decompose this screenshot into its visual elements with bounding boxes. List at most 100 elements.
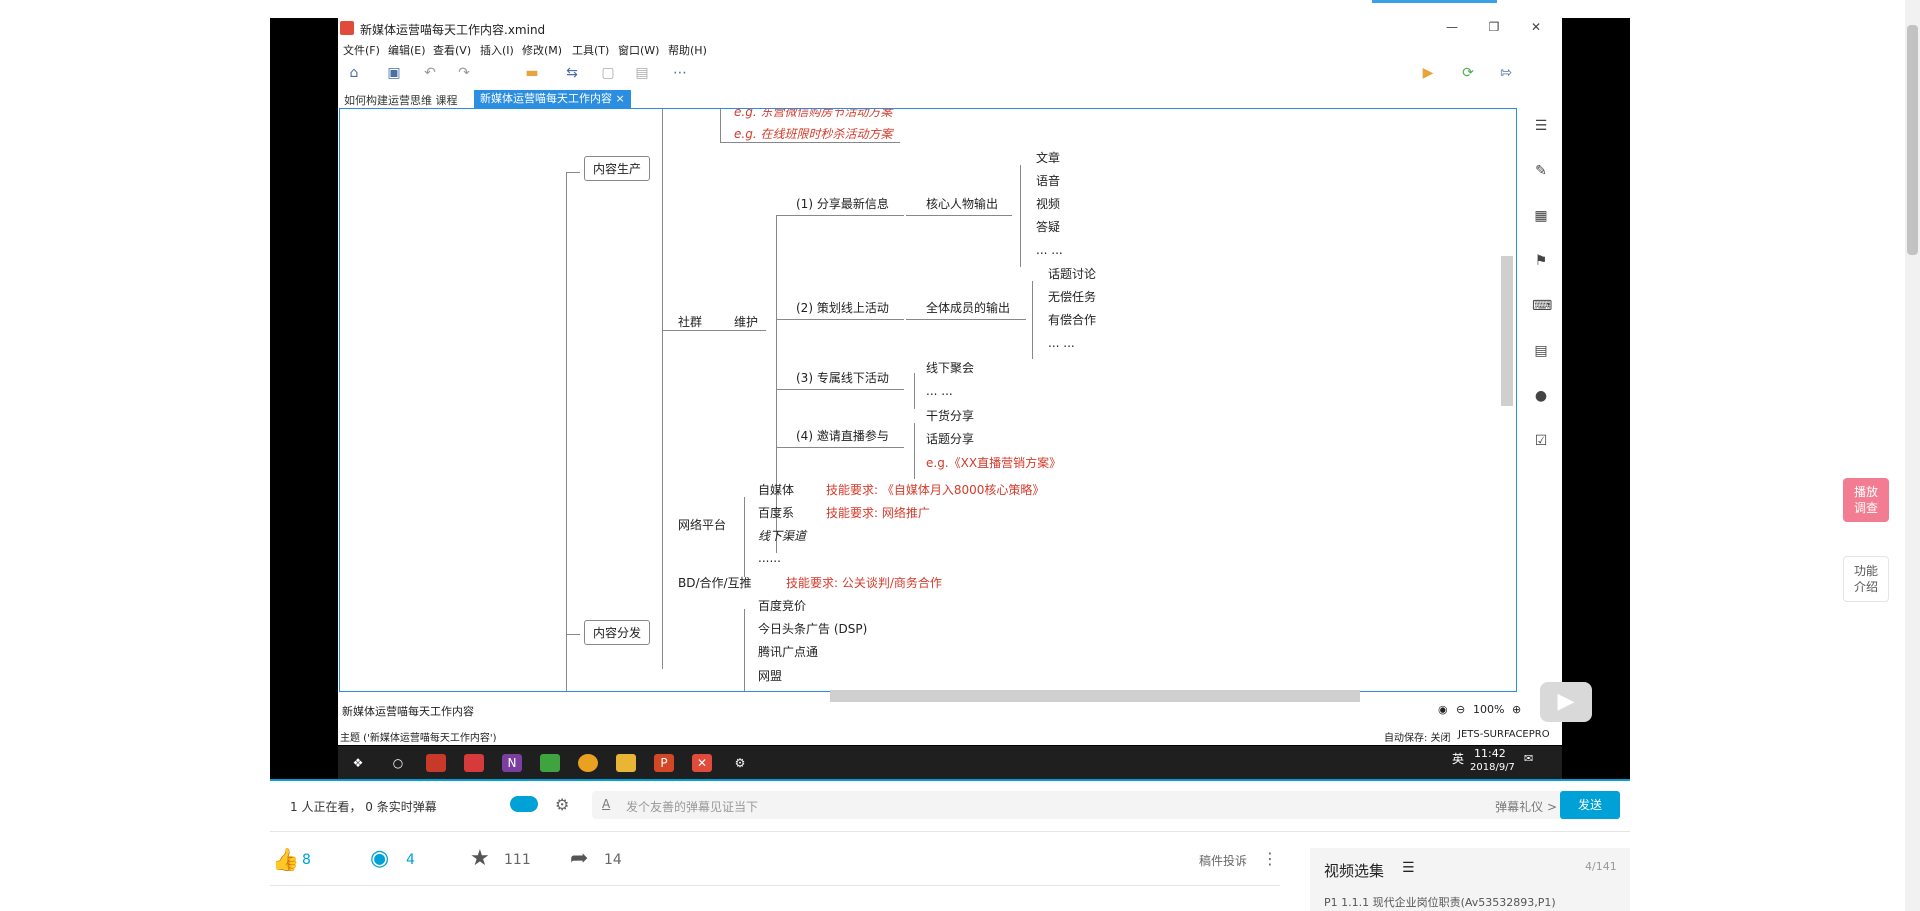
example-node[interactable]: e.g. 在线班限时秒杀活动方案 <box>734 125 892 142</box>
topic-icon[interactable]: ▬ <box>524 65 540 81</box>
wechat-icon[interactable] <box>540 754 560 772</box>
format-icon[interactable]: ✎ <box>1532 163 1550 179</box>
playlist-item[interactable]: P1 1.1.1 现代企业岗位职责(Av53532893,P1) <box>1324 894 1556 910</box>
app-icon[interactable] <box>426 754 446 772</box>
presentation-icon[interactable]: ▶ <box>1420 65 1436 81</box>
minimize-icon[interactable]: — <box>1432 20 1472 38</box>
leaf-item[interactable]: 无偿任务 <box>1048 288 1096 305</box>
windows-start-icon[interactable]: ❖ <box>348 754 368 772</box>
leaf-item[interactable]: 话题讨论 <box>1048 265 1096 282</box>
example-node[interactable]: e.g. 东营微信购房节活动方案 <box>734 109 892 120</box>
label-icon[interactable]: ⌨ <box>1532 298 1552 314</box>
notification-icon[interactable]: ✉ <box>1524 752 1533 765</box>
image-icon[interactable]: ▦ <box>1532 208 1550 224</box>
leaf-item[interactable]: 百度竞价 <box>758 597 806 614</box>
leaf-item[interactable]: 话题分享 <box>926 430 974 447</box>
leaf-item[interactable]: 视频 <box>1036 195 1060 212</box>
leaf-item[interactable]: 网盟 <box>758 667 782 684</box>
menu-tools[interactable]: 工具(T) <box>572 42 609 58</box>
danmu-etiquette-link[interactable]: 弹幕礼仪 > <box>1495 798 1557 815</box>
topic-content-production[interactable]: 内容生产 <box>584 156 651 181</box>
clock-date[interactable]: 2018/9/7 <box>1470 762 1515 773</box>
topic-self-media[interactable]: 自媒体 <box>758 481 794 498</box>
comment-icon[interactable]: ● <box>1532 388 1550 404</box>
topic-item1-child[interactable]: 核心人物输出 <box>926 195 998 212</box>
leaf-item[interactable]: ... ... <box>1048 336 1075 350</box>
leaf-item[interactable]: 有偿合作 <box>1048 311 1096 328</box>
example-node[interactable]: e.g.《XX直播营销方案》 <box>926 454 1061 471</box>
canvas-horizontal-scrollbar[interactable] <box>830 690 1360 702</box>
danmu-settings-icon[interactable]: ⚙ <box>555 795 569 814</box>
leaf-item[interactable]: ... ... <box>926 384 953 398</box>
tab-close-icon[interactable]: × <box>616 92 625 105</box>
feature-intro-button[interactable]: 功能 介绍 <box>1843 556 1889 602</box>
topic-offline[interactable]: 线下渠道 <box>758 527 806 544</box>
topic-item4[interactable]: (4) 邀请直播参与 <box>796 427 889 444</box>
task-icon[interactable]: ☑ <box>1532 433 1550 449</box>
more-icon[interactable]: ⋯ <box>672 65 688 81</box>
marker-icon[interactable]: ⚑ <box>1532 253 1550 269</box>
leaf-item[interactable]: 文章 <box>1036 149 1060 166</box>
menu-edit[interactable]: 编辑(E) <box>388 42 426 58</box>
leaf-item[interactable]: ... ... <box>1036 243 1063 257</box>
more-options-icon[interactable]: ⋮ <box>1262 849 1278 868</box>
leaf-item[interactable]: 腾讯广点通 <box>758 643 818 660</box>
menu-help[interactable]: 帮助(H) <box>668 42 707 58</box>
play-survey-button[interactable]: 播放 调查 <box>1843 478 1889 522</box>
topic-baidu[interactable]: 百度系 <box>758 504 794 521</box>
notes-icon[interactable]: ▤ <box>1532 343 1550 359</box>
canvas-vertical-scrollbar[interactable] <box>1501 256 1513 406</box>
share-icon[interactable]: ⟳ <box>1460 65 1476 81</box>
undo-icon[interactable]: ↶ <box>422 65 438 81</box>
clock-time[interactable]: 11:42 <box>1474 747 1506 760</box>
boundary-icon[interactable]: ▢ <box>600 65 616 81</box>
zoom-in-icon[interactable]: ⊕ <box>1512 703 1521 716</box>
leaf-item[interactable]: 干货分享 <box>926 407 974 424</box>
tab-current[interactable]: 新媒体运营喵每天工作内容 × <box>474 90 631 108</box>
skill-requirement[interactable]: 技能要求: 网络推广 <box>826 504 930 521</box>
menu-insert[interactable]: 插入(I) <box>480 42 514 58</box>
menu-file[interactable]: 文件(F) <box>343 42 380 58</box>
save-icon[interactable]: ▣ <box>386 65 402 81</box>
settings-gear-icon[interactable]: ⚙ <box>730 754 750 772</box>
home-icon[interactable]: ⌂ <box>346 65 362 81</box>
danmu-toggle[interactable] <box>510 796 538 812</box>
leaf-item[interactable]: ...... <box>758 551 781 565</box>
skill-requirement[interactable]: 技能要求: 《自媒体月入8000核心策略》 <box>826 481 1044 498</box>
like-icon[interactable]: 👍 <box>272 848 299 873</box>
export-icon[interactable]: ⇰ <box>1498 65 1514 81</box>
menu-modify[interactable]: 修改(M) <box>522 42 562 58</box>
topic-community[interactable]: 社群 <box>678 313 702 330</box>
netease-music-icon[interactable] <box>464 754 484 772</box>
powerpoint-icon[interactable]: P <box>654 754 674 772</box>
summary-icon[interactable]: ▤ <box>634 65 650 81</box>
text-style-icon[interactable]: A <box>602 797 610 811</box>
share-arrow-icon[interactable]: ➦ <box>570 846 588 871</box>
leaf-item[interactable]: 今日头条广告 (DSP) <box>758 620 867 637</box>
chrome-icon[interactable] <box>578 754 598 772</box>
list-icon[interactable]: ☰ <box>1402 860 1415 876</box>
menu-window[interactable]: 窗口(W) <box>618 42 659 58</box>
topic-item3[interactable]: (3) 专属线下活动 <box>796 369 889 386</box>
danmu-input-box[interactable]: A 发个友善的弹幕见证当下 弹幕礼仪 > <box>592 791 1567 819</box>
xmind-icon[interactable]: ✕ <box>692 754 712 772</box>
leaf-item[interactable]: 语音 <box>1036 172 1060 189</box>
topic-content-distribution[interactable]: 内容分发 <box>584 620 651 645</box>
topic-item2[interactable]: (2) 策划线上活动 <box>796 299 889 316</box>
mini-player-icon[interactable]: ▶ <box>1540 682 1592 722</box>
leaf-item[interactable]: 答疑 <box>1036 218 1060 235</box>
coin-icon[interactable]: ◉ <box>370 846 389 871</box>
eye-icon[interactable]: ◉ <box>1438 703 1448 716</box>
tab-course[interactable]: 如何构建运营思维 课程 <box>344 92 458 108</box>
menu-view[interactable]: 查看(V) <box>433 42 471 58</box>
ime-indicator[interactable]: 英 <box>1452 750 1464 767</box>
explorer-icon[interactable] <box>616 754 636 772</box>
topic-maintain[interactable]: 维护 <box>734 313 758 330</box>
relationship-icon[interactable]: ⇆ <box>564 65 580 81</box>
leaf-item[interactable]: 线下聚会 <box>926 359 974 376</box>
topic-item2-child[interactable]: 全体成员的输出 <box>926 299 1010 316</box>
report-link[interactable]: 稿件投诉 <box>1199 852 1247 869</box>
outline-icon[interactable]: ☰ <box>1532 118 1550 134</box>
zoom-out-icon[interactable]: ⊖ <box>1456 703 1465 716</box>
topic-item1[interactable]: (1) 分享最新信息 <box>796 195 889 212</box>
